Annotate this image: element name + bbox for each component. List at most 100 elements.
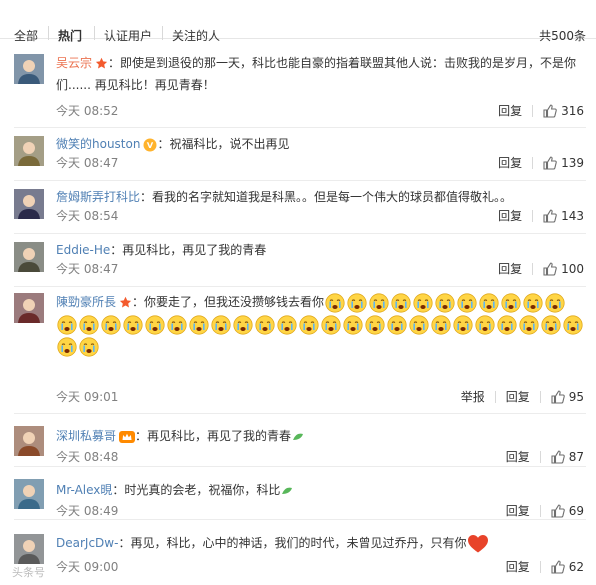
crying-emoji-icon — [57, 336, 77, 357]
username-link[interactable]: 吴云宗 — [56, 56, 92, 70]
username-link[interactable]: 深圳私募哥 — [56, 429, 116, 443]
comment-time: 今天 08:52 — [56, 104, 119, 118]
comment-text: 陳勁豪所長 ：你要走了，但我还没攒够钱去看你 — [56, 291, 584, 357]
like-button[interactable]: 87 — [551, 450, 584, 464]
comment-text: Mr-Alex晛：时光真的会老，祝福你，科比 — [56, 479, 584, 501]
avatar[interactable] — [14, 189, 44, 219]
username-link[interactable]: DearJcDw- — [56, 536, 118, 550]
thumbs-up-icon — [543, 209, 557, 223]
crying-emoji-icon — [369, 292, 389, 313]
reply-button[interactable]: 回复 — [498, 207, 522, 224]
comment-body: ：看我的名字就知道我是科黑。。但是每一个伟大的球员都值得敬礼。。 — [140, 190, 513, 204]
like-count: 143 — [561, 208, 584, 223]
crying-emoji-icon — [343, 314, 363, 335]
avatar[interactable] — [14, 426, 44, 456]
comment-text: 吴云宗 ：即使是到退役的那一天，科比也能自豪的指着联盟其他人说：击败我的是岁月，不… — [56, 52, 584, 96]
crying-emoji-icon — [255, 314, 275, 335]
like-button[interactable]: 95 — [551, 390, 584, 404]
like-button[interactable]: 62 — [551, 560, 584, 574]
avatar[interactable] — [14, 293, 44, 323]
username-link[interactable]: 微笑的houston — [56, 137, 140, 151]
crown-icon — [119, 430, 136, 444]
action-divider — [539, 504, 541, 517]
reply-button[interactable]: 回复 — [498, 260, 522, 277]
action-divider — [539, 450, 541, 463]
like-button[interactable]: 316 — [543, 104, 584, 118]
comment-body: ：祝福科比，说不出再见 — [157, 137, 290, 151]
crying-emoji-icon — [211, 314, 231, 335]
comment-time: 今天 08:48 — [56, 450, 119, 464]
comment-time: 今天 08:49 — [56, 504, 119, 518]
comment-actions: 回复 100 — [498, 260, 584, 277]
crying-emoji-icon — [233, 314, 253, 335]
comment-item: 吴云宗 ：即使是到退役的那一天，科比也能自豪的指着联盟其他人说：击败我的是岁月，不… — [0, 38, 596, 128]
comment-time: 今天 09:00 — [56, 560, 119, 574]
comment-actions: 举报 回复 95 — [461, 388, 584, 405]
crying-emoji-icon — [523, 292, 543, 313]
crying-emoji-icon — [431, 314, 451, 335]
report-button[interactable]: 举报 — [461, 388, 485, 405]
reply-button[interactable]: 回复 — [506, 502, 530, 519]
thumbs-up-icon — [543, 262, 557, 276]
comment-time: 今天 09:01 — [56, 390, 119, 404]
username-link[interactable]: 詹姆斯弄打科比 — [56, 190, 140, 204]
avatar[interactable] — [14, 534, 44, 564]
comment-item: Eddie-He：再见科比，再见了我的青春 今天 08:47 回复 100 — [0, 234, 596, 287]
crying-emoji-icon — [519, 314, 539, 335]
action-divider — [539, 390, 541, 403]
comment-actions: 回复 62 — [506, 558, 584, 575]
reply-button[interactable]: 回复 — [498, 102, 522, 119]
comment-time: 今天 08:47 — [56, 262, 119, 276]
crying-emoji-icon — [409, 314, 429, 335]
reply-button[interactable]: 回复 — [506, 448, 530, 465]
avatar[interactable] — [14, 242, 44, 272]
comment-body: ：再见，科比，心中的神话，我们的时代，未曾见过乔丹，只有你 — [118, 536, 467, 550]
crying-emoji-icon — [475, 314, 495, 335]
crying-emoji-icon — [321, 314, 341, 335]
leaf-emoji-icon — [292, 432, 304, 442]
action-divider — [494, 390, 496, 403]
avatar[interactable] — [14, 136, 44, 166]
like-count: 95 — [568, 389, 584, 404]
username-link[interactable]: Eddie-He — [56, 243, 110, 257]
comment-actions: 回复 139 — [498, 154, 584, 171]
comment-time: 今天 08:47 — [56, 156, 119, 170]
comment-body: ：时光真的会老，祝福你，科比 — [112, 483, 281, 497]
comment-item: 深圳私募哥 ：再见科比，再见了我的青春 今天 08:48 回复 87 — [0, 414, 596, 467]
like-button[interactable]: 139 — [543, 156, 584, 170]
username-link[interactable]: Mr-Alex晛 — [56, 483, 112, 497]
like-count: 100 — [561, 261, 584, 276]
comment-item: DearJcDw-：再见，科比，心中的神话，我们的时代，未曾见过乔丹，只有你 今… — [0, 520, 596, 585]
crying-emoji-icon — [299, 314, 319, 335]
comment-item: 詹姆斯弄打科比：看我的名字就知道我是科黑。。但是每一个伟大的球员都值得敬礼。。 … — [0, 181, 596, 234]
crying-emoji-icon — [563, 314, 583, 335]
watermark: 头条号 — [12, 566, 45, 579]
crying-emoji-icon — [79, 314, 99, 335]
thumbs-up-icon — [551, 560, 565, 574]
like-button[interactable]: 143 — [543, 209, 584, 223]
reply-button[interactable]: 回复 — [506, 558, 530, 575]
like-count: 316 — [561, 103, 584, 118]
comment-item: 陳勁豪所長 ：你要走了，但我还没攒够钱去看你 今天 09:01 举报 回复 95 — [0, 287, 596, 414]
avatar[interactable] — [14, 479, 44, 509]
action-divider — [532, 156, 534, 169]
comment-text: Eddie-He：再见科比，再见了我的青春 — [56, 239, 584, 261]
crying-emoji-icon — [457, 292, 477, 313]
reply-button[interactable]: 回复 — [506, 388, 530, 405]
reply-button[interactable]: 回复 — [498, 154, 522, 171]
thumbs-up-icon — [551, 390, 565, 404]
crying-emoji-icon — [387, 314, 407, 335]
comment-text: 詹姆斯弄打科比：看我的名字就知道我是科黑。。但是每一个伟大的球员都值得敬礼。。 — [56, 186, 584, 208]
comment-actions: 回复 143 — [498, 207, 584, 224]
crying-emoji-icon — [541, 314, 561, 335]
like-count: 69 — [568, 503, 584, 518]
crying-emoji-icon — [391, 292, 411, 313]
crying-emoji-icon — [435, 292, 455, 313]
like-button[interactable]: 100 — [543, 262, 584, 276]
username-link[interactable]: 陳勁豪所長 — [56, 295, 116, 309]
like-button[interactable]: 69 — [551, 504, 584, 518]
leaf-emoji-icon — [281, 486, 293, 496]
crying-emoji-icon — [57, 314, 77, 335]
comment-body: ：再见科比，再见了我的青春 — [135, 429, 292, 443]
avatar[interactable] — [14, 54, 44, 84]
